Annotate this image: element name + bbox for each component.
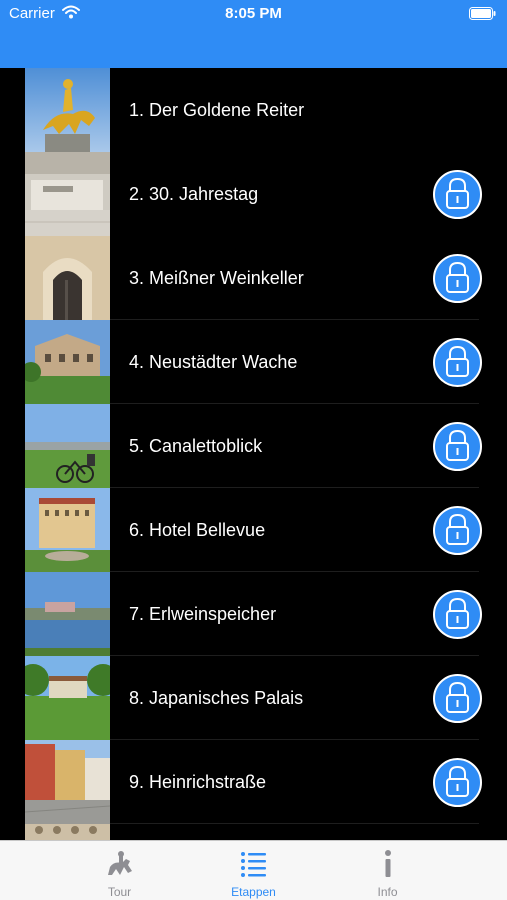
stage-thumbnail	[25, 404, 110, 488]
stage-thumbnail	[25, 68, 110, 152]
lock-icon	[446, 429, 469, 461]
stage-row-7[interactable]: 7. Erlweinspeicher	[0, 572, 507, 656]
row-separator	[110, 487, 479, 488]
stage-row-4[interactable]: 4. Neustädter Wache	[0, 320, 507, 404]
lock-button[interactable]	[433, 422, 482, 471]
stage-thumbnail	[25, 740, 110, 824]
stage-thumbnail	[25, 236, 110, 320]
stage-title: 1. Der Goldene Reiter	[129, 100, 305, 120]
row-separator	[110, 319, 479, 320]
tab-info[interactable]: Info	[303, 841, 472, 900]
stage-row-5[interactable]: 5. Canalettoblick	[0, 404, 507, 488]
lock-button[interactable]	[433, 674, 482, 723]
lock-button[interactable]	[433, 758, 482, 807]
stage-title: 4. Neustädter Wache	[129, 352, 298, 372]
stage-row-2[interactable]: 2. 30. Jahrestag	[0, 152, 507, 236]
list-icon	[238, 849, 270, 879]
stage-title: 9. Heinrichstraße	[129, 772, 267, 792]
status-bar: Carrier 8:05 PM	[0, 0, 507, 68]
lock-button[interactable]	[433, 338, 482, 387]
lock-icon	[446, 345, 469, 377]
lock-button[interactable]	[433, 590, 482, 639]
stage-row-9[interactable]: 9. Heinrichstraße	[0, 740, 507, 824]
stage-title: 2. 30. Jahrestag	[129, 184, 259, 204]
stage-thumbnail	[25, 824, 110, 840]
lock-icon	[446, 261, 469, 293]
stage-thumbnail	[25, 152, 110, 236]
tab-bar: Tour Etappen Info	[0, 840, 507, 900]
stage-title: 6. Hotel Bellevue	[129, 520, 266, 540]
stage-title: 8. Japanisches Palais	[129, 688, 304, 708]
lock-icon	[446, 765, 469, 797]
row-separator	[110, 403, 479, 404]
lock-button[interactable]	[433, 170, 482, 219]
row-separator	[110, 655, 479, 656]
lock-button[interactable]	[433, 254, 482, 303]
stage-row-6[interactable]: 6. Hotel Bellevue	[0, 488, 507, 572]
stage-thumbnail	[25, 572, 110, 656]
row-separator	[110, 823, 479, 824]
lock-icon	[446, 597, 469, 629]
stage-row-1[interactable]: 1. Der Goldene Reiter	[0, 68, 507, 152]
stage-thumbnail	[25, 488, 110, 572]
stage-title: 3. Meißner Weinkeller	[129, 268, 304, 288]
stage-thumbnail	[25, 656, 110, 740]
stage-row-3[interactable]: 3. Meißner Weinkeller	[0, 236, 507, 320]
lock-icon	[446, 681, 469, 713]
stage-list[interactable]: 1. Der Goldene Reiter 2. 30. Jahrestag 3…	[0, 68, 507, 840]
tab-label: Info	[377, 885, 398, 899]
status-time: 8:05 PM	[225, 5, 282, 22]
row-separator	[110, 739, 479, 740]
lock-icon	[446, 513, 469, 545]
stage-title: 7. Erlweinspeicher	[129, 604, 277, 624]
battery-icon	[469, 7, 496, 25]
stage-title: 5. Canalettoblick	[129, 436, 263, 456]
stage-row-8[interactable]: 8. Japanisches Palais	[0, 656, 507, 740]
stage-row-partial[interactable]	[0, 824, 507, 840]
stage-thumbnail	[25, 320, 110, 404]
equestrian-statue-icon	[104, 849, 136, 879]
lock-button[interactable]	[433, 506, 482, 555]
row-separator	[110, 571, 479, 572]
info-icon	[372, 849, 404, 879]
lock-icon	[446, 177, 469, 209]
